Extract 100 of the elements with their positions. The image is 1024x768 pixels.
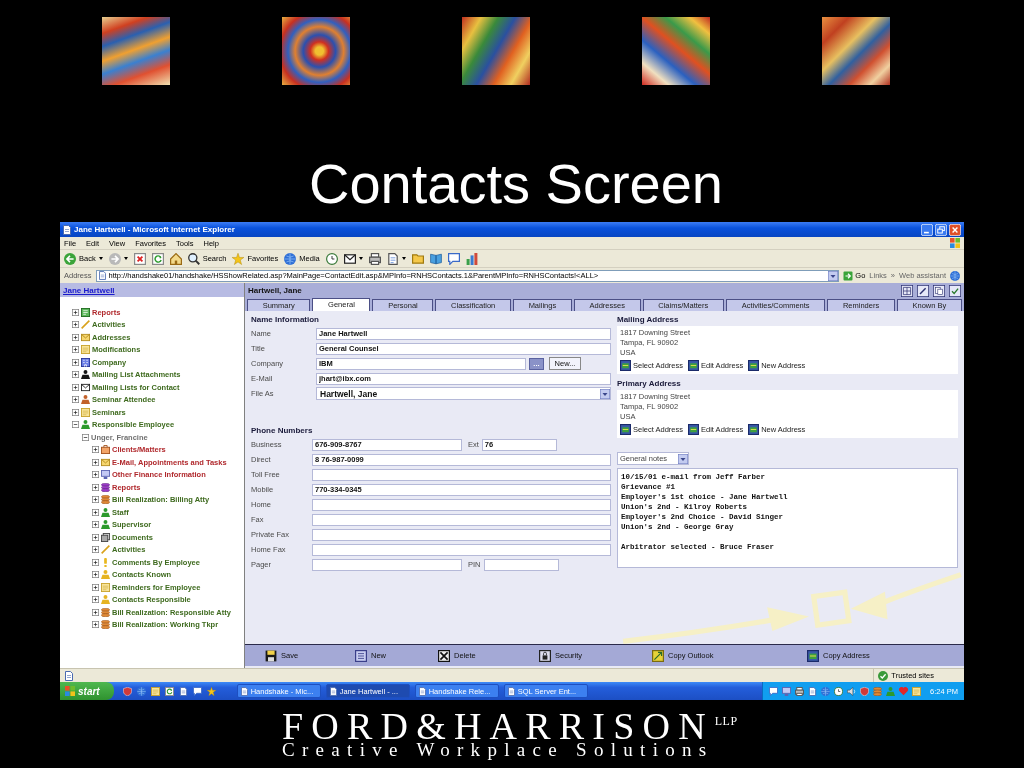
star-icon <box>232 252 245 265</box>
page-icon[interactable] <box>178 686 188 696</box>
refresh-icon[interactable] <box>164 686 174 696</box>
folder-icon[interactable] <box>411 252 424 265</box>
close-icon[interactable] <box>949 223 961 236</box>
caret-icon[interactable] <box>123 257 128 260</box>
back-arrow-icon <box>64 252 76 265</box>
input-field[interactable] <box>312 558 462 571</box>
caret-icon[interactable] <box>98 257 103 260</box>
monitor-icon <box>101 470 110 480</box>
pages-icon[interactable] <box>933 284 945 297</box>
abstract-painting <box>822 17 890 85</box>
input-field[interactable] <box>312 528 611 541</box>
padlock-icon <box>539 649 551 662</box>
shield-icon[interactable] <box>122 686 132 696</box>
section-heading: Phone Numbers <box>251 425 314 437</box>
home-icon[interactable] <box>169 252 182 265</box>
plus-box-icon[interactable] <box>92 546 99 554</box>
note-icon <box>81 345 90 355</box>
page-icon <box>507 686 515 696</box>
page-icon <box>329 686 337 696</box>
page-icon <box>418 686 426 696</box>
plus-box-icon[interactable] <box>92 621 99 629</box>
plus-box-icon[interactable] <box>92 458 99 466</box>
plus-box-icon[interactable] <box>92 596 99 604</box>
plus-box-icon[interactable] <box>92 583 99 591</box>
plus-box-icon[interactable] <box>92 608 99 616</box>
caret-icon[interactable] <box>401 257 406 260</box>
plus-box-icon[interactable] <box>72 321 79 329</box>
plus-box-icon[interactable] <box>92 446 99 454</box>
plus-box-icon[interactable] <box>92 533 99 541</box>
check-icon[interactable] <box>949 284 961 297</box>
document-icon[interactable] <box>386 252 399 265</box>
plus-box-icon[interactable] <box>72 371 79 379</box>
minus-box-icon[interactable] <box>82 433 89 441</box>
plus-box-icon[interactable] <box>72 333 79 341</box>
page-icon[interactable] <box>808 686 818 696</box>
note-icon <box>81 407 90 417</box>
plus-box-icon[interactable] <box>92 471 99 479</box>
bar-chart-icon[interactable] <box>465 252 478 265</box>
stop-icon[interactable] <box>133 252 146 265</box>
book-icon[interactable] <box>429 252 442 265</box>
refresh-icon[interactable] <box>151 252 164 265</box>
globe-icon[interactable] <box>136 686 146 696</box>
abstract-painting <box>642 17 710 85</box>
plus-box-icon[interactable] <box>92 483 99 491</box>
plus-box-icon[interactable] <box>72 408 79 416</box>
caret-icon[interactable] <box>358 257 363 260</box>
chat-bubble-icon[interactable] <box>192 686 202 696</box>
clock-icon[interactable] <box>834 686 844 696</box>
input-field[interactable] <box>312 513 611 526</box>
plus-box-icon[interactable] <box>92 496 99 504</box>
note-icon[interactable] <box>150 686 160 696</box>
plus-box-icon[interactable] <box>72 396 79 404</box>
plus-box-icon[interactable] <box>92 508 99 516</box>
plus-box-icon[interactable] <box>72 308 79 316</box>
arrow-tile-icon <box>652 649 664 662</box>
search-icon <box>187 252 200 265</box>
minus-box-icon[interactable] <box>72 421 79 429</box>
dropdown-field[interactable]: Hartwell, Jane <box>316 387 611 400</box>
input-field[interactable] <box>483 558 559 571</box>
input-field[interactable] <box>312 498 611 511</box>
input-field[interactable] <box>312 468 611 481</box>
clock-icon[interactable] <box>325 252 338 265</box>
plus-box-icon[interactable] <box>72 383 79 391</box>
monitor-icon[interactable] <box>782 686 792 696</box>
contact-link[interactable]: Jane Hartwell <box>63 285 115 295</box>
plus-box-icon[interactable] <box>92 558 99 566</box>
document-icon <box>355 649 367 662</box>
abstract-painting <box>282 17 350 85</box>
person-icon <box>101 520 110 530</box>
input-field[interactable] <box>312 543 611 556</box>
person-icon <box>81 370 90 380</box>
envelope-icon[interactable] <box>343 252 356 265</box>
star-icon[interactable] <box>206 686 216 696</box>
plus-box-icon[interactable] <box>72 346 79 354</box>
page-icon <box>64 670 74 681</box>
pencil-icon[interactable] <box>917 284 929 297</box>
address-card-icon <box>688 359 700 371</box>
minimize-icon[interactable] <box>921 223 933 236</box>
address-card-icon <box>688 423 700 435</box>
plus-box-icon[interactable] <box>92 571 99 579</box>
printer-icon[interactable] <box>795 686 805 696</box>
speaker-icon[interactable] <box>847 686 857 696</box>
chat-bubble-icon[interactable] <box>769 686 779 696</box>
restore-icon[interactable] <box>935 223 947 236</box>
address-card-icon <box>620 423 631 435</box>
address-card-icon <box>748 423 760 435</box>
record-title: Hartwell, Jane <box>248 286 302 295</box>
section-heading: Name Information <box>251 314 320 326</box>
plus-box-icon[interactable] <box>72 358 79 366</box>
chat-bubble-icon[interactable] <box>447 252 460 265</box>
address-card-icon <box>620 359 631 371</box>
globe-icon[interactable] <box>950 270 960 281</box>
x-mark-icon <box>438 649 450 662</box>
building-icon <box>81 357 90 367</box>
printer-icon[interactable] <box>368 252 381 265</box>
envelope-icon <box>81 332 90 342</box>
grid-icon[interactable] <box>901 284 913 297</box>
plus-box-icon[interactable] <box>92 521 99 529</box>
